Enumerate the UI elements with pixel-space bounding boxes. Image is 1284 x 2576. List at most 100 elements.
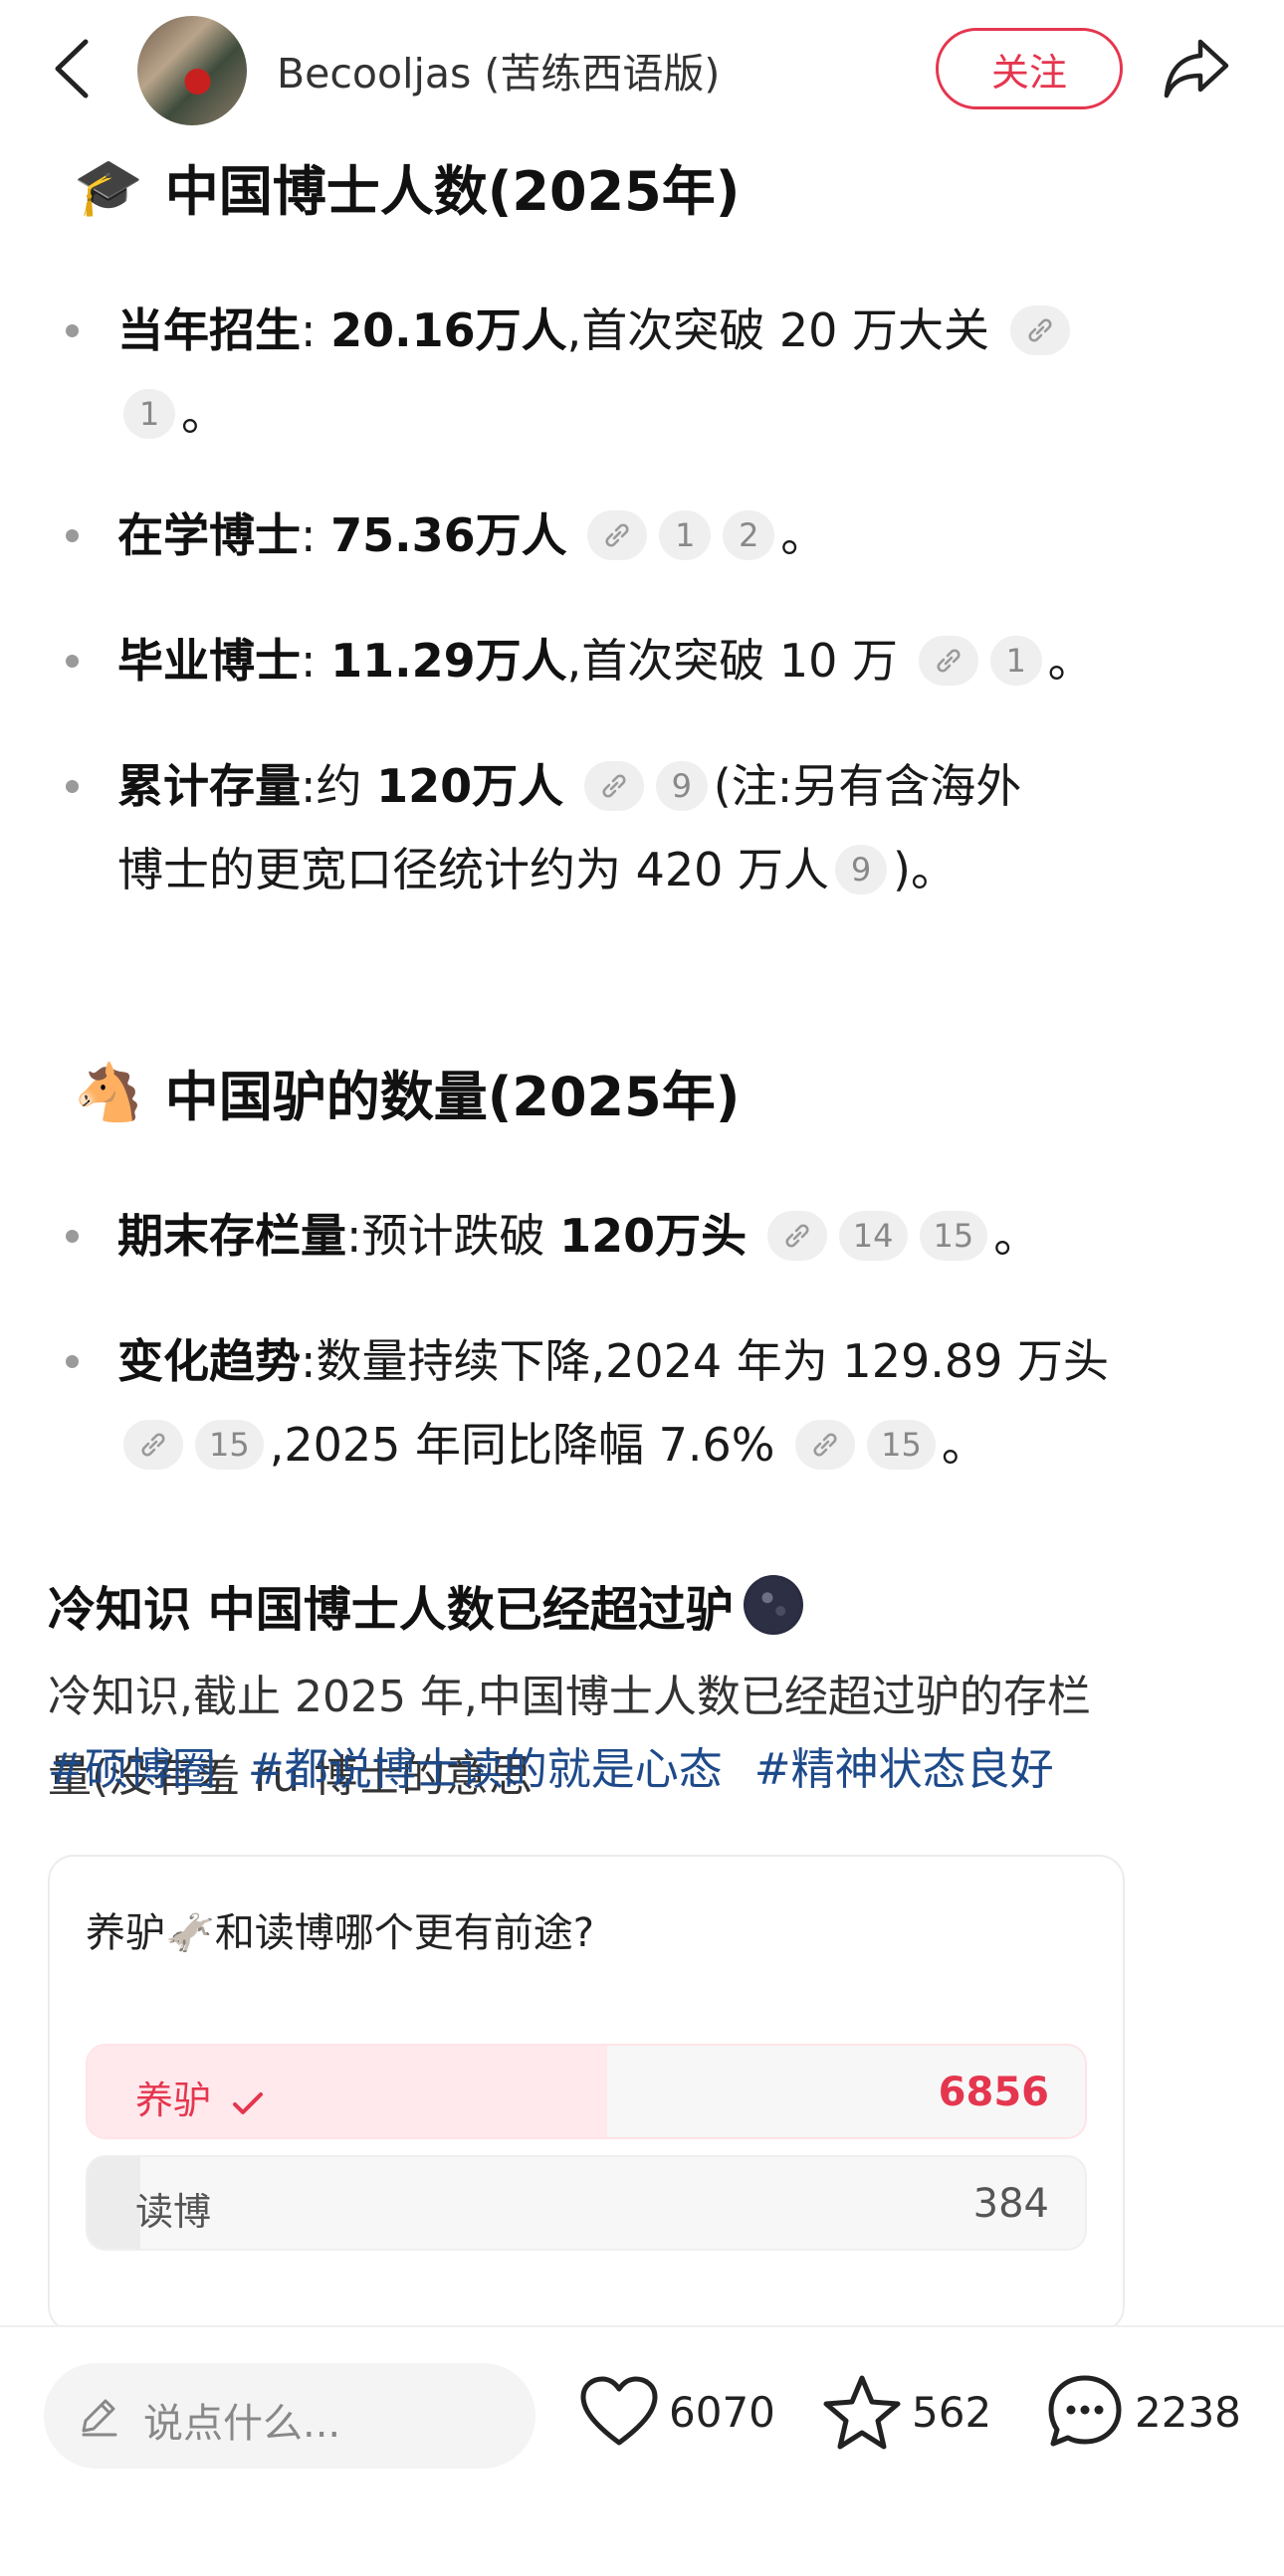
citation-chip[interactable]: 1 — [659, 509, 712, 560]
item-text: ,首次突破 20 万大关 — [566, 303, 990, 357]
poll-option-count: 384 — [972, 2181, 1049, 2227]
item-text: 数量持续下降,2024 年为 129.89 万头 — [316, 1334, 1110, 1388]
poll-option-text: 养驴 — [135, 2079, 212, 2122]
link-icon[interactable] — [587, 509, 648, 560]
section-title-donkey: 🐴 中国驴的数量(2025年) — [74, 1053, 740, 1131]
star-icon — [823, 2375, 901, 2450]
item-value: 120万头 — [559, 1209, 748, 1263]
favorite-button[interactable]: 562 — [822, 2367, 991, 2457]
comment-count: 2238 — [1135, 2387, 1241, 2437]
citation-chip[interactable]: 9 — [835, 844, 888, 894]
note-title: 冷知识 中国博士人数已经超过驴 — [48, 1570, 803, 1640]
poll-option-fill — [88, 2157, 141, 2249]
like-button[interactable]: 6070 — [579, 2367, 775, 2457]
item-value: 75.36万人 — [330, 508, 567, 562]
share-icon[interactable] — [1161, 34, 1232, 101]
hashtag[interactable]: #硕博圈 — [48, 1744, 216, 1795]
heart-icon — [580, 2376, 658, 2446]
item-end: 。 — [780, 508, 827, 562]
favorite-count: 562 — [912, 2387, 992, 2437]
pencil-icon — [82, 2399, 117, 2437]
item-end: )。 — [893, 843, 957, 896]
poll-option-count: 6856 — [938, 2070, 1049, 2115]
post-header: Becooljas (苦练西语版) 关注 — [0, 0, 1284, 139]
hashtag[interactable]: #精神状态良好 — [754, 1744, 1054, 1795]
bottom-action-bar: 说点什么... 6070 562 2238 — [0, 2325, 1284, 2576]
graduation-cap-icon: 🎓 — [74, 154, 143, 220]
hashtag[interactable]: #都说博士读的就是心态 — [248, 1744, 723, 1795]
item-value: 11.29万人 — [330, 634, 567, 688]
item-colon: : — [301, 303, 317, 357]
section-title-text: 中国驴的数量(2025年) — [164, 1066, 741, 1128]
like-count: 6070 — [669, 2387, 775, 2437]
comment-button[interactable]: 2238 — [1045, 2367, 1241, 2457]
poll-option[interactable]: 读博 384 — [86, 2155, 1087, 2251]
comment-input[interactable]: 说点什么... — [44, 2363, 535, 2469]
note-line: 冷知识,截止 2025 年,中国博士人数已经超过驴的存栏 — [48, 1672, 1091, 1722]
item-colon: : — [301, 1334, 317, 1388]
item-text: 约 — [316, 759, 377, 813]
comment-bubble-icon — [1048, 2375, 1122, 2447]
link-icon[interactable] — [766, 1210, 827, 1261]
item-end: 。 — [993, 1209, 1040, 1263]
item-end: 。 — [1047, 634, 1094, 688]
link-icon[interactable] — [1009, 304, 1070, 355]
item-value: 120万人 — [376, 759, 564, 813]
author-name[interactable]: Becooljas (苦练西语版) — [277, 40, 720, 99]
poll-card: 养驴🫏和读博哪个更有前途? 养驴 6856 读博 384 — [48, 1855, 1125, 2332]
item-text: ,2025 年同比降幅 7.6% — [269, 1418, 775, 1472]
follow-button[interactable]: 关注 — [936, 28, 1123, 109]
hashtag-list: #硕博圈 #都说博士读的就是心态 #精神状态良好 — [48, 1733, 1072, 1797]
checkmark-icon — [233, 2091, 264, 2114]
item-colon: : — [301, 508, 317, 562]
citation-chip[interactable]: 15 — [195, 1419, 264, 1470]
link-icon[interactable] — [123, 1419, 183, 1470]
new-moon-face-icon — [743, 1575, 803, 1635]
poll-question: 养驴🫏和读博哪个更有前途? — [86, 1900, 594, 1958]
citation-chip[interactable]: 2 — [723, 509, 775, 560]
list-item: 累计存量:约 120万人 9 (注:另有含海外 博士的更宽口径统计约为 420 万… — [66, 744, 1214, 911]
item-text: 博士的更宽口径统计约为 420 万人 — [117, 843, 830, 896]
item-colon: : — [301, 759, 317, 813]
poll-option[interactable]: 养驴 6856 — [86, 2044, 1087, 2139]
citation-chip[interactable]: 1 — [123, 388, 175, 439]
poll-question-text: 养驴 — [86, 1910, 165, 1956]
poll-option-label: 养驴 — [135, 2070, 269, 2124]
citation-chip[interactable]: 1 — [989, 635, 1042, 686]
citation-chip[interactable]: 14 — [838, 1210, 908, 1261]
item-value: 20.16万人 — [330, 303, 567, 357]
link-icon[interactable] — [918, 635, 978, 686]
item-label: 变化趋势 — [117, 1334, 301, 1388]
item-label: 毕业博士 — [117, 634, 301, 688]
link-icon[interactable] — [583, 760, 644, 811]
link-icon[interactable] — [795, 1419, 856, 1470]
back-arrow-icon[interactable] — [48, 36, 98, 101]
section-title-text: 中国博士人数(2025年) — [164, 160, 741, 223]
item-label: 在学博士 — [117, 508, 301, 562]
citation-chip[interactable]: 9 — [655, 760, 708, 811]
list-item: 期末存栏量:预计跌破 120万头 14 15。 — [66, 1194, 1214, 1278]
poll-option-label: 读博 — [135, 2190, 212, 2234]
list-item: 当年招生: 20.16万人,首次突破 20 万大关 1。 — [66, 289, 1214, 456]
item-label: 当年招生 — [117, 303, 301, 357]
citation-chip[interactable]: 15 — [919, 1210, 988, 1261]
poll-question-text: 和读博哪个更有前途? — [214, 1910, 595, 1956]
comment-placeholder: 说点什么... — [143, 2401, 341, 2447]
list-item: 在学博士: 75.36万人 1 2。 — [66, 494, 1214, 577]
citation-chip[interactable]: 15 — [867, 1419, 936, 1470]
item-text: 预计跌破 — [361, 1209, 560, 1263]
item-text: (注:另有含海外 — [713, 759, 1022, 813]
horse-face-icon: 🐴 — [74, 1060, 143, 1125]
item-end: 。 — [941, 1418, 987, 1472]
item-label: 期末存栏量 — [117, 1209, 346, 1263]
item-colon: : — [301, 634, 317, 688]
item-end: 。 — [181, 387, 227, 441]
item-label: 累计存量 — [117, 759, 301, 813]
note-title-text: 冷知识 中国博士人数已经超过驴 — [48, 1582, 734, 1638]
author-avatar[interactable] — [137, 16, 247, 125]
item-colon: : — [346, 1209, 362, 1263]
list-item: 变化趋势:数量持续下降,2024 年为 129.89 万头 15,2025 年同… — [66, 1319, 1214, 1486]
donkey-icon: 🫏 — [165, 1910, 215, 1956]
section-title-phd: 🎓 中国博士人数(2025年) — [74, 147, 740, 226]
item-text: ,首次突破 10 万 — [566, 634, 899, 688]
